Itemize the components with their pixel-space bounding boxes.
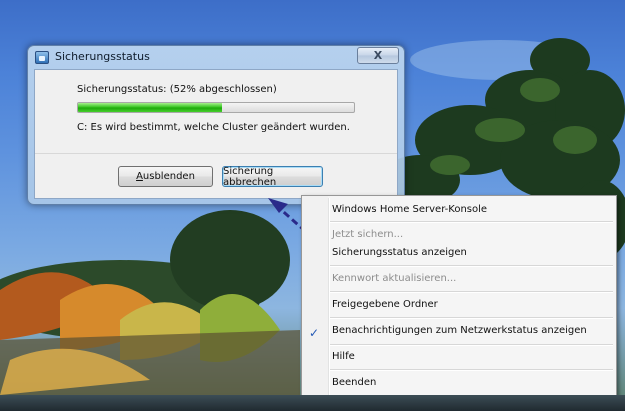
menu-item-update-password: Kennwort aktualisieren... [332, 273, 457, 284]
menu-item-help[interactable]: Hilfe [332, 351, 355, 362]
progress-fill [78, 103, 222, 112]
menu-item-exit[interactable]: Beenden [332, 377, 376, 388]
cancel-backup-button[interactable]: Sicherung abbrechen [222, 165, 323, 188]
dialog-title-bar[interactable]: Sicherungsstatus X [28, 46, 404, 68]
menu-separator [330, 344, 613, 346]
menu-separator [330, 265, 613, 267]
menu-separator [330, 369, 613, 371]
menu-separator [330, 291, 613, 293]
cancel-backup-label: Sicherung abbrechen [223, 165, 277, 188]
menu-separator [330, 221, 613, 223]
backup-status-dialog: Sicherungsstatus X Sicherungsstatus: (52… [27, 45, 405, 205]
menu-item-shared-folders[interactable]: Freigegebene Ordner [332, 299, 438, 310]
status-text: Sicherungsstatus: (52% abgeschlossen) [77, 84, 277, 95]
menu-separator [330, 317, 613, 319]
dialog-content: Sicherungsstatus: (52% abgeschlossen) C:… [34, 69, 398, 199]
menu-item-console[interactable]: Windows Home Server-Konsole [332, 204, 487, 215]
menu-item-show-status[interactable]: Sicherungsstatus anzeigen [332, 247, 467, 258]
close-icon: X [373, 49, 383, 62]
backup-progress-bar [77, 102, 355, 113]
hide-button-mnemonic: A [136, 171, 143, 182]
menu-gutter-divider [328, 198, 330, 395]
hide-button[interactable]: Ausblenden [118, 166, 213, 187]
checkmark-icon: ✓ [309, 326, 320, 340]
backup-app-icon [35, 51, 49, 64]
dialog-footer: Ausblenden Sicherung abbrechen [35, 153, 397, 198]
hide-button-label: usblenden [142, 171, 195, 182]
dialog-title: Sicherungsstatus [55, 50, 150, 63]
menu-item-backup-now: Jetzt sichern... [332, 229, 404, 240]
taskbar-strip [0, 395, 625, 411]
tray-context-menu: Windows Home Server-Konsole Jetzt sicher… [301, 195, 617, 398]
menu-gutter [302, 196, 328, 397]
close-button[interactable]: X [357, 47, 399, 64]
detail-text: C: Es wird bestimmt, welche Cluster geän… [77, 122, 350, 133]
menu-item-network-notifications[interactable]: Benachrichtigungen zum Netzwerkstatus an… [332, 325, 587, 336]
